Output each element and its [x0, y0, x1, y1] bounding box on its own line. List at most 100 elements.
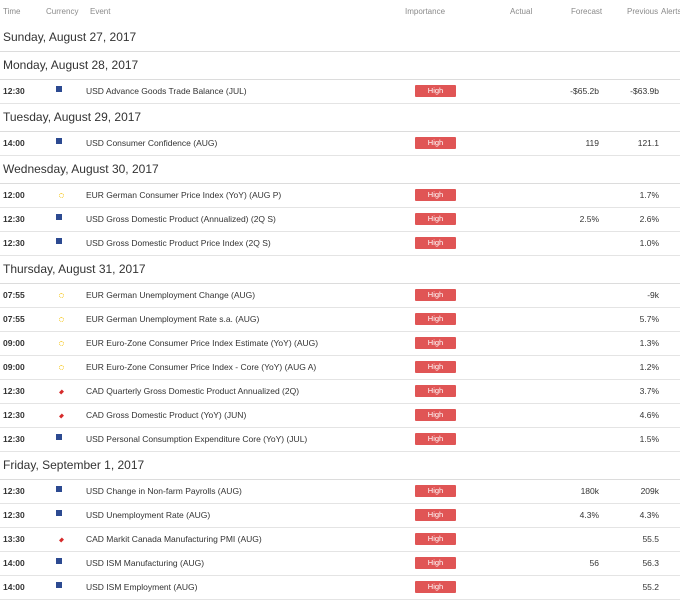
event-actual: [490, 552, 530, 575]
event-forecast: [550, 404, 599, 427]
event-forecast: 56: [589, 558, 599, 568]
event-row[interactable]: 12:30 CAD Quarterly Gross Domestic Produc…: [0, 380, 680, 404]
header-importance[interactable]: Importance: [405, 7, 445, 16]
event-actual: [490, 480, 530, 503]
event-row[interactable]: 12:30 USD Personal Consumption Expenditur…: [0, 428, 680, 452]
event-previous: 1.7%: [639, 190, 659, 200]
event-name: USD ISM Employment (AUG): [86, 582, 198, 592]
event-name: USD Personal Consumption Expenditure Cor…: [86, 434, 308, 444]
importance-badge: High: [415, 581, 456, 593]
event-name: EUR Euro-Zone Consumer Price Index - Cor…: [86, 362, 317, 372]
event-previous: 1.5%: [639, 434, 659, 444]
event-time: 09:00: [3, 338, 25, 348]
event-time: 09:00: [3, 362, 25, 372]
event-row[interactable]: 14:00 USD Consumer Confidence (AUG) High 11…: [0, 132, 680, 156]
event-row[interactable]: 14:00 USD ISM Manufacturing (AUG) High 56 56…: [0, 552, 680, 576]
event-previous: 209k: [640, 486, 659, 496]
event-forecast: [550, 528, 599, 551]
event-forecast: 119: [585, 138, 599, 148]
header-time[interactable]: Time: [3, 7, 20, 16]
event-previous: 55.5: [642, 534, 659, 544]
event-row[interactable]: 12:30 USD Change in Non-farm Payrolls (AU…: [0, 480, 680, 504]
event-forecast: 2.5%: [579, 214, 599, 224]
event-name: CAD Quarterly Gross Domestic Product Ann…: [86, 386, 300, 396]
event-previous: 1.2%: [639, 362, 659, 372]
event-actual: [490, 132, 530, 155]
event-name: USD Gross Domestic Product Price Index (…: [86, 238, 271, 248]
header-actual[interactable]: Actual: [510, 7, 532, 16]
day-header: Friday, September 1, 2017: [0, 452, 680, 480]
event-row[interactable]: 07:55 EUR German Unemployment Rate s.a. (…: [0, 308, 680, 332]
event-actual: [490, 380, 530, 403]
importance-badge: High: [415, 433, 456, 445]
event-actual: [490, 284, 530, 307]
event-forecast: [550, 184, 599, 207]
event-name: EUR German Consumer Price Index (YoY) (A…: [86, 190, 282, 200]
event-forecast: [550, 308, 599, 331]
event-name: USD Unemployment Rate (AUG): [86, 510, 211, 520]
table-header: Time Currency Event Importance Actual Fo…: [0, 0, 680, 24]
event-row[interactable]: 09:00 EUR Euro-Zone Consumer Price Index …: [0, 332, 680, 356]
day-header: Tuesday, August 29, 2017: [0, 104, 680, 132]
event-name: EUR German Unemployment Change (AUG): [86, 290, 256, 300]
importance-badge: High: [415, 289, 456, 301]
day-header: Monday, August 28, 2017: [0, 52, 680, 80]
importance-badge: High: [415, 337, 456, 349]
event-forecast: [550, 576, 599, 599]
event-row[interactable]: 13:30 CAD Markit Canada Manufacturing PMI…: [0, 528, 680, 552]
event-time: 14:00: [3, 582, 25, 592]
event-row[interactable]: 12:30 CAD Gross Domestic Product (YoY) (J…: [0, 404, 680, 428]
importance-badge: High: [415, 237, 456, 249]
event-time: 12:30: [3, 510, 25, 520]
event-name: USD ISM Manufacturing (AUG): [86, 558, 205, 568]
event-row[interactable]: 12:30 USD Advance Goods Trade Balance (JU…: [0, 80, 680, 104]
event-name: EUR German Unemployment Rate s.a. (AUG): [86, 314, 260, 324]
event-time: 12:30: [3, 486, 25, 496]
event-actual: [490, 356, 530, 379]
header-previous[interactable]: Previous: [627, 7, 658, 16]
event-time: 12:30: [3, 410, 25, 420]
event-previous: 2.6%: [639, 214, 659, 224]
event-time: 07:55: [3, 314, 25, 324]
event-actual: [490, 528, 530, 551]
event-name: EUR Euro-Zone Consumer Price Index Estim…: [86, 338, 319, 348]
importance-badge: High: [415, 485, 456, 497]
event-actual: [490, 332, 530, 355]
importance-badge: High: [415, 137, 456, 149]
importance-badge: High: [415, 509, 456, 521]
header-forecast[interactable]: Forecast: [571, 7, 602, 16]
event-time: 12:00: [3, 190, 25, 200]
header-currency[interactable]: Currency: [46, 7, 78, 16]
event-previous: 4.6%: [639, 410, 659, 420]
importance-badge: High: [415, 85, 456, 97]
event-row[interactable]: 12:30 USD Unemployment Rate (AUG) High 4.3%…: [0, 504, 680, 528]
event-row[interactable]: 09:00 EUR Euro-Zone Consumer Price Index …: [0, 356, 680, 380]
event-actual: [490, 576, 530, 599]
event-row[interactable]: 14:00 USD ISM Employment (AUG) High 55.2: [0, 576, 680, 600]
event-previous: 5.7%: [639, 314, 659, 324]
event-name: CAD Gross Domestic Product (YoY) (JUN): [86, 410, 247, 420]
event-row[interactable]: 12:00 EUR German Consumer Price Index (Yo…: [0, 184, 680, 208]
event-previous: 1.3%: [639, 338, 659, 348]
event-row[interactable]: 12:30 USD Gross Domestic Product (Annuali…: [0, 208, 680, 232]
event-previous: 55.2: [642, 582, 659, 592]
event-name: USD Advance Goods Trade Balance (JUL): [86, 86, 247, 96]
event-actual: [490, 184, 530, 207]
header-alerts[interactable]: Alerts: [661, 7, 680, 16]
event-forecast: 4.3%: [579, 510, 599, 520]
event-actual: [490, 232, 530, 255]
event-actual: [490, 404, 530, 427]
event-forecast: [550, 380, 599, 403]
event-name: USD Gross Domestic Product (Annualized) …: [86, 214, 276, 224]
event-previous: 56.3: [642, 558, 659, 568]
importance-badge: High: [415, 385, 456, 397]
event-time: 13:30: [3, 534, 25, 544]
event-previous: 121.1: [637, 138, 659, 148]
event-time: 07:55: [3, 290, 25, 300]
importance-badge: High: [415, 409, 456, 421]
event-row[interactable]: 07:55 EUR German Unemployment Change (AUG…: [0, 284, 680, 308]
importance-badge: High: [415, 557, 456, 569]
event-row[interactable]: 12:30 USD Gross Domestic Product Price In…: [0, 232, 680, 256]
event-previous: 1.0%: [639, 238, 659, 248]
header-event[interactable]: Event: [90, 7, 110, 16]
